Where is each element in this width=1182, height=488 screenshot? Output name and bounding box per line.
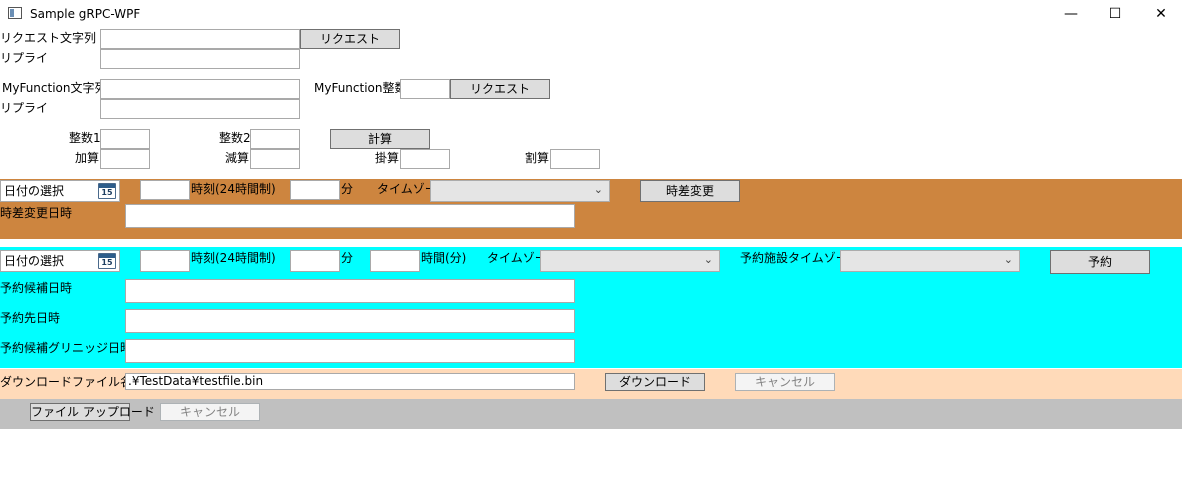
res-hour-input[interactable] xyxy=(140,250,190,272)
myfunction-request-button[interactable]: リクエスト xyxy=(450,79,550,99)
chevron-down-icon: ⌄ xyxy=(703,253,713,266)
facility-timezone-select[interactable]: ⌄ xyxy=(840,250,1020,272)
chevron-down-icon: ⌄ xyxy=(593,183,603,196)
download-button[interactable]: ダウンロード xyxy=(605,373,705,391)
res-minute-label: 分 xyxy=(341,251,354,265)
upload-button[interactable]: ファイル アップロード xyxy=(30,403,155,421)
myfunction-string-input[interactable] xyxy=(100,79,300,99)
convert-timezone-button[interactable]: 時差変更 xyxy=(640,180,740,202)
res-timezone-select[interactable]: ⌄ xyxy=(540,250,720,272)
download-filename-input[interactable]: .¥TestData¥testfile.bin xyxy=(125,373,575,390)
candidate-gmt-output[interactable] xyxy=(125,339,575,363)
calendar-icon[interactable]: 15 xyxy=(98,183,116,199)
tz-time-label: 時刻(24時間制) xyxy=(191,182,276,196)
tz-date-picker-text: 日付の選択 xyxy=(4,184,65,198)
tz-timezone-select[interactable]: ⌄ xyxy=(430,180,610,202)
reply-input[interactable] xyxy=(100,49,300,69)
res-date-picker-text: 日付の選択 xyxy=(4,254,65,268)
minimize-icon[interactable]: — xyxy=(1048,0,1094,28)
myfunction-int-label: MyFunction整数 xyxy=(314,81,407,95)
myfunction-reply-input[interactable] xyxy=(100,99,300,119)
request-button[interactable]: リクエスト xyxy=(300,29,400,49)
calendar-icon[interactable]: 15 xyxy=(98,253,116,269)
add-label: 加算 xyxy=(75,151,100,165)
maximize-icon[interactable]: ☐ xyxy=(1092,0,1138,28)
tz-hour-input[interactable] xyxy=(140,180,190,200)
tz-date-picker[interactable]: 日付の選択 15 xyxy=(0,180,120,202)
chevron-down-icon: ⌄ xyxy=(1003,253,1013,266)
res-duration-label: 時間(分) xyxy=(421,251,467,265)
candidate-gmt-label: 予約候補グリニッジ日時 xyxy=(0,341,133,355)
request-string-input[interactable] xyxy=(100,29,300,49)
int2-input[interactable] xyxy=(250,129,300,149)
tz-minute-label: 分 xyxy=(341,182,354,196)
converted-datetime-label: 時差変更日時 xyxy=(0,206,73,220)
int1-input[interactable] xyxy=(100,129,150,149)
tz-minute-input[interactable] xyxy=(290,180,340,200)
mul-label: 掛算 xyxy=(375,151,400,165)
candidate-datetime-label: 予約候補日時 xyxy=(0,281,73,295)
sub-label: 減算 xyxy=(225,151,250,165)
res-date-picker[interactable]: 日付の選択 15 xyxy=(0,250,120,272)
converted-datetime-output[interactable] xyxy=(125,204,575,228)
upload-cancel-button[interactable]: キャンセル xyxy=(160,403,260,421)
target-datetime-output[interactable] xyxy=(125,309,575,333)
res-duration-input[interactable] xyxy=(370,250,420,272)
close-icon[interactable]: ✕ xyxy=(1138,0,1182,28)
app-icon xyxy=(8,7,22,19)
sub-result[interactable] xyxy=(250,149,300,169)
res-minute-input[interactable] xyxy=(290,250,340,272)
myfunction-reply-label: リプライ xyxy=(0,101,49,115)
reply-label: リプライ xyxy=(0,51,49,65)
request-string-label: リクエスト文字列 xyxy=(0,31,97,45)
window-title: Sample gRPC-WPF xyxy=(30,7,141,21)
download-cancel-button[interactable]: キャンセル xyxy=(735,373,835,391)
myfunction-string-label: MyFunction文字列 xyxy=(2,81,107,95)
mul-result[interactable] xyxy=(400,149,450,169)
reserve-button[interactable]: 予約 xyxy=(1050,250,1150,274)
title-bar: Sample gRPC-WPF — ☐ ✕ xyxy=(0,0,1182,28)
candidate-datetime-output[interactable] xyxy=(125,279,575,303)
myfunction-int-input[interactable] xyxy=(400,79,450,99)
int2-label: 整数2 xyxy=(219,131,251,145)
int1-label: 整数1 xyxy=(69,131,101,145)
download-filename-label: ダウンロードファイル名 xyxy=(0,375,133,389)
div-result[interactable] xyxy=(550,149,600,169)
target-datetime-label: 予約先日時 xyxy=(0,311,61,325)
add-result[interactable] xyxy=(100,149,150,169)
calc-button[interactable]: 計算 xyxy=(330,129,430,149)
res-time-label: 時刻(24時間制) xyxy=(191,251,276,265)
div-label: 割算 xyxy=(525,151,550,165)
